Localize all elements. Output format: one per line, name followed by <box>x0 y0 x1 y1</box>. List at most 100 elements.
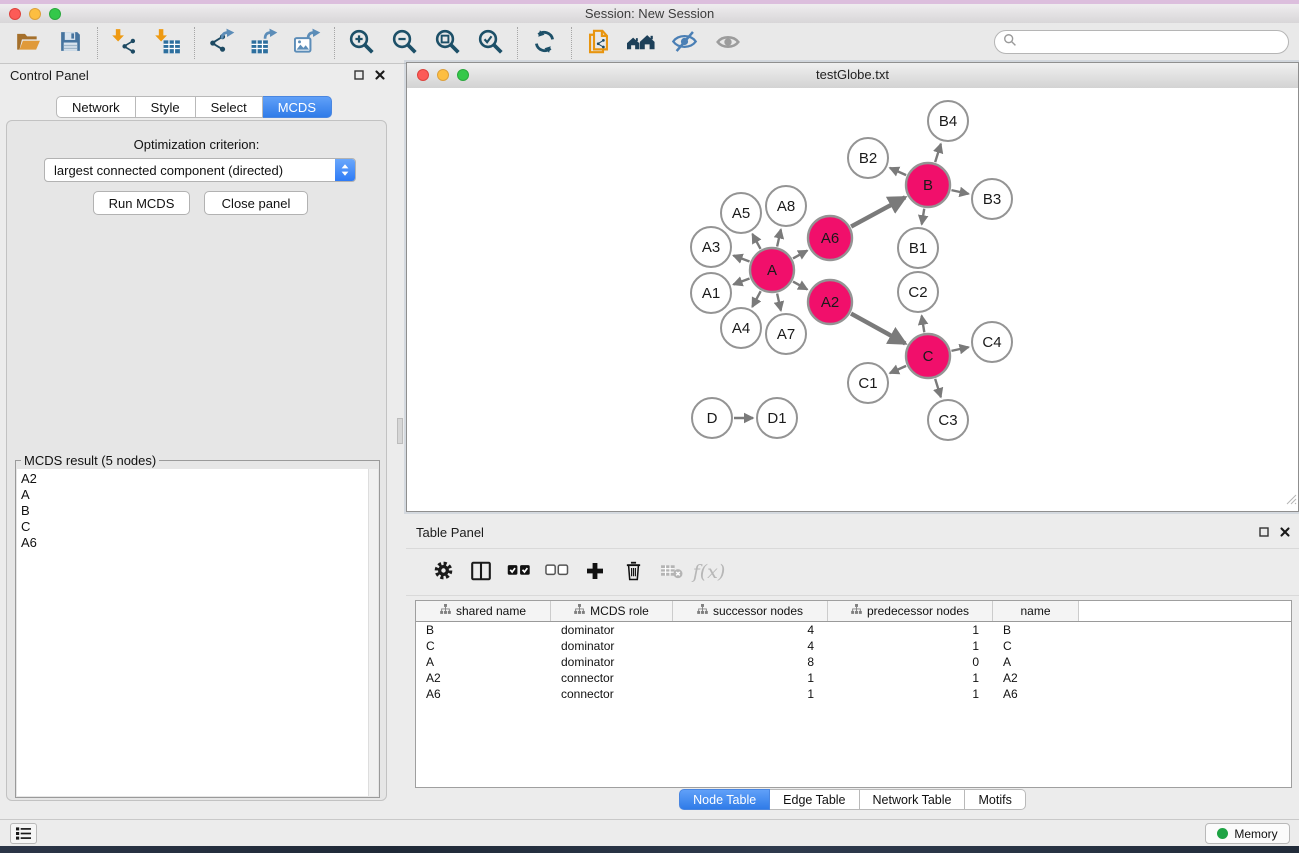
graph-edge-B-B4[interactable] <box>935 144 941 162</box>
mcds-result-item[interactable]: B <box>21 503 369 519</box>
column-header-predecessor-nodes[interactable]: predecessor nodes <box>828 601 993 621</box>
panel-splitter-grip[interactable] <box>397 418 403 444</box>
table-cell[interactable]: dominator <box>551 623 673 637</box>
export-table-button[interactable] <box>243 25 286 61</box>
table-cell[interactable]: A <box>993 655 1079 669</box>
float-panel-icon[interactable] <box>353 69 365 81</box>
open-file-button[interactable] <box>6 25 49 61</box>
table-cell[interactable]: B <box>993 623 1079 637</box>
graph-node-B3[interactable]: B3 <box>972 179 1012 219</box>
export-image-button[interactable] <box>286 25 329 61</box>
table-cell[interactable]: 4 <box>673 639 828 653</box>
import-network-button[interactable] <box>103 25 146 61</box>
network-window-titlebar[interactable]: testGlobe.txt <box>407 63 1298 89</box>
add-column-button[interactable] <box>576 553 614 591</box>
run-mcds-button[interactable]: Run MCDS <box>93 191 190 215</box>
deselect-all-button[interactable] <box>538 553 576 591</box>
column-header-successor-nodes[interactable]: successor nodes <box>673 601 828 621</box>
graph-edge-C-C1[interactable] <box>890 366 906 373</box>
graph-edge-A-A8[interactable] <box>777 229 781 246</box>
table-cell[interactable]: C <box>416 639 551 653</box>
export-network-button[interactable] <box>200 25 243 61</box>
graph-node-B2[interactable]: B2 <box>848 138 888 178</box>
table-cell[interactable]: A <box>416 655 551 669</box>
graph-edge-A-A6[interactable] <box>793 251 807 259</box>
graph-edge-A-A7[interactable] <box>777 293 781 310</box>
optimization-criterion-select[interactable]: largest connected component (directed) <box>44 158 356 182</box>
graph-edge-C-C4[interactable] <box>951 347 968 351</box>
table-cell[interactable]: 1 <box>828 687 993 701</box>
close-table-panel-icon[interactable] <box>1279 526 1291 538</box>
graph-node-D[interactable]: D <box>692 398 732 438</box>
table-cell[interactable]: 1 <box>828 639 993 653</box>
table-cell[interactable]: dominator <box>551 639 673 653</box>
table-cell[interactable]: connector <box>551 687 673 701</box>
graph-node-A5[interactable]: A5 <box>721 193 761 233</box>
zoom-out-button[interactable] <box>383 25 426 61</box>
graph-node-C[interactable]: C <box>906 334 950 378</box>
search-field[interactable] <box>994 30 1289 54</box>
graph-node-A8[interactable]: A8 <box>766 186 806 226</box>
table-cell[interactable]: 1 <box>673 671 828 685</box>
tab-mcds[interactable]: MCDS <box>263 96 332 118</box>
table-cell[interactable]: 1 <box>673 687 828 701</box>
tab-edge-table[interactable]: Edge Table <box>770 789 859 810</box>
table-cell[interactable]: A2 <box>993 671 1079 685</box>
graph-node-C4[interactable]: C4 <box>972 322 1012 362</box>
graph-edge-A-A1[interactable] <box>733 278 749 284</box>
mcds-result-item[interactable]: A2 <box>21 471 369 487</box>
tab-network[interactable]: Network <box>56 96 136 118</box>
fit-content-button[interactable] <box>426 25 469 61</box>
graph-edge-C-C3[interactable] <box>935 379 941 397</box>
graph-edge-B-B2[interactable] <box>890 168 906 175</box>
search-input[interactable] <box>1022 34 1280 50</box>
tab-style[interactable]: Style <box>136 96 196 118</box>
graph-edge-C-C2[interactable] <box>922 316 925 333</box>
graph-node-A7[interactable]: A7 <box>766 314 806 354</box>
table-cell[interactable]: A2 <box>416 671 551 685</box>
table-row[interactable]: Adominator80A <box>416 654 1291 670</box>
graph-edge-A-A2[interactable] <box>793 282 807 290</box>
table-cell[interactable]: A6 <box>416 687 551 701</box>
graph-edge-A2-C[interactable] <box>851 314 905 344</box>
tab-node-table[interactable]: Node Table <box>679 789 770 810</box>
tab-motifs[interactable]: Motifs <box>965 789 1025 810</box>
graph-node-B1[interactable]: B1 <box>898 228 938 268</box>
graph-node-A2[interactable]: A2 <box>808 280 852 324</box>
graph-node-C1[interactable]: C1 <box>848 363 888 403</box>
settings-button[interactable] <box>424 553 462 591</box>
graph-node-C3[interactable]: C3 <box>928 400 968 440</box>
show-graphics-details-button[interactable] <box>706 25 749 61</box>
home-view-button[interactable] <box>620 25 663 61</box>
table-row[interactable]: A2connector11A2 <box>416 670 1291 686</box>
close-panel-button[interactable]: Close panel <box>204 191 308 215</box>
table-cell[interactable]: 1 <box>828 671 993 685</box>
network-canvas[interactable]: B4B2BB3A8A5A6B1A3AA1C2A2A4A7C4CC1DD1C3 <box>407 88 1298 511</box>
resize-grip-icon[interactable] <box>1284 492 1297 510</box>
column-header-name[interactable]: name <box>993 601 1079 621</box>
import-table-button[interactable] <box>146 25 189 61</box>
graph-node-B4[interactable]: B4 <box>928 101 968 141</box>
mcds-result-item[interactable]: C <box>21 519 369 535</box>
zoom-selected-button[interactable] <box>469 25 512 61</box>
tab-network-table[interactable]: Network Table <box>860 789 966 810</box>
delete-column-button[interactable] <box>614 553 652 591</box>
float-table-panel-icon[interactable] <box>1258 526 1270 538</box>
graph-edge-A-A4[interactable] <box>752 291 760 307</box>
table-row[interactable]: Cdominator41C <box>416 638 1291 654</box>
table-row[interactable]: Bdominator41B <box>416 622 1291 638</box>
mcds-result-item[interactable]: A <box>21 487 369 503</box>
graph-node-B[interactable]: B <box>906 163 950 207</box>
table-cell[interactable]: B <box>416 623 551 637</box>
table-cell[interactable]: dominator <box>551 655 673 669</box>
close-panel-icon[interactable] <box>374 69 386 81</box>
copy-network-button[interactable] <box>577 25 620 61</box>
table-row[interactable]: A6connector11A6 <box>416 686 1291 702</box>
table-cell[interactable]: 1 <box>828 623 993 637</box>
column-header-shared-name[interactable]: shared name <box>416 601 551 621</box>
graph-node-C2[interactable]: C2 <box>898 272 938 312</box>
graph-node-A1[interactable]: A1 <box>691 273 731 313</box>
graph-node-A3[interactable]: A3 <box>691 227 731 267</box>
mcds-result-list[interactable]: A2ABCA6 <box>17 469 369 796</box>
table-cell[interactable]: C <box>993 639 1079 653</box>
